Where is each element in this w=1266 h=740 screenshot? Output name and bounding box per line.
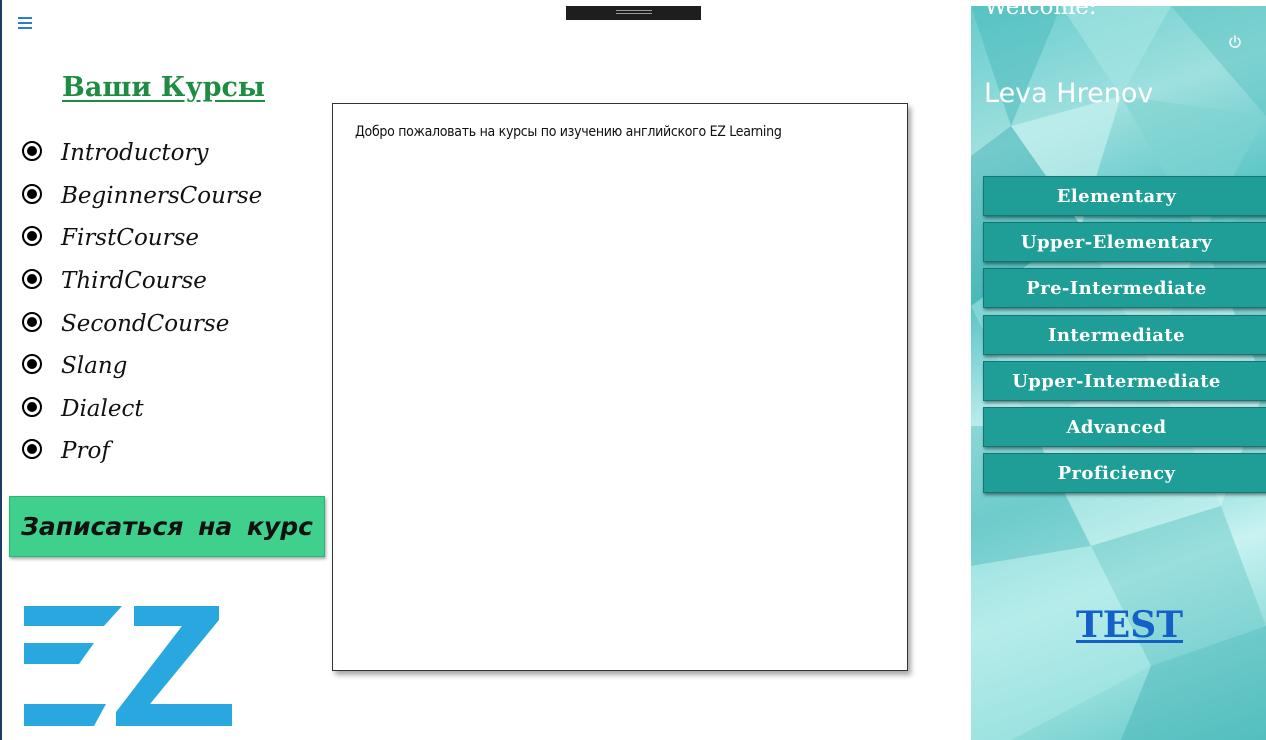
level-button-upper-intermediate[interactable]: Upper-Intermediate <box>983 361 1266 401</box>
radio-button-icon[interactable] <box>22 396 42 417</box>
course-item-prof[interactable]: Prof <box>22 428 262 471</box>
test-link[interactable]: TEST <box>1076 604 1183 646</box>
ez-logo <box>24 606 232 726</box>
welcome-label: Welcome: <box>984 6 1097 20</box>
level-button-intermediate[interactable]: Intermediate <box>983 315 1266 355</box>
course-item-slang[interactable]: Slang <box>22 343 262 386</box>
radio-button-icon[interactable] <box>22 354 42 375</box>
welcome-message: Добро пожаловать на курсы по изучению ан… <box>355 124 782 140</box>
level-button-label: Upper-Intermediate <box>1012 370 1221 392</box>
course-item-beginners[interactable]: BeginnersCourse <box>22 173 262 216</box>
course-item-introductory[interactable]: Introductory <box>22 130 262 173</box>
power-icon[interactable] <box>1227 34 1243 50</box>
welcome-panel: Добро пожаловать на курсы по изучению ан… <box>332 103 908 671</box>
level-button-elementary[interactable]: Elementary <box>983 176 1266 216</box>
level-button-label: Upper-Elementary <box>1020 231 1213 253</box>
hamburger-menu-icon[interactable] <box>18 14 38 32</box>
level-button-label: Pre-Intermediate <box>1026 277 1207 299</box>
course-label: SecondCourse <box>61 310 230 337</box>
course-item-second[interactable]: SecondCourse <box>22 300 262 343</box>
course-item-dialect[interactable]: Dialect <box>22 386 262 429</box>
level-button-label: Advanced <box>1066 416 1167 438</box>
course-label: Introductory <box>61 140 209 167</box>
course-item-third[interactable]: ThirdCourse <box>22 258 262 301</box>
radio-button-icon[interactable] <box>22 269 42 290</box>
course-label: Prof <box>61 438 110 465</box>
level-button-advanced[interactable]: Advanced <box>983 407 1266 447</box>
level-button-label: Elementary <box>1056 185 1177 207</box>
level-button-label: Intermediate <box>1048 324 1185 346</box>
course-label: Slang <box>61 353 128 380</box>
course-label: ThirdCourse <box>61 268 207 295</box>
user-name: Leva Hrenov <box>984 78 1154 109</box>
radio-button-icon[interactable] <box>22 226 42 247</box>
drag-handle-icon[interactable] <box>566 6 701 20</box>
radio-button-icon[interactable] <box>22 311 42 332</box>
level-button-proficiency[interactable]: Proficiency <box>983 453 1266 493</box>
course-label: FirstCourse <box>61 225 200 252</box>
level-button-label: Proficiency <box>1057 462 1176 484</box>
radio-button-icon[interactable] <box>22 439 42 460</box>
course-item-first[interactable]: FirstCourse <box>22 215 262 258</box>
course-list: Introductory BeginnersCourse FirstCourse… <box>22 130 262 471</box>
enroll-button[interactable]: Записаться на курс <box>9 496 325 557</box>
course-label: Dialect <box>61 395 144 422</box>
window-left-edge <box>0 0 2 740</box>
courses-title: Ваши Курсы <box>62 72 265 103</box>
radio-button-icon[interactable] <box>22 183 42 204</box>
radio-button-icon[interactable] <box>22 141 42 162</box>
level-button-upper-elementary[interactable]: Upper-Elementary <box>983 222 1266 262</box>
level-button-pre-intermediate[interactable]: Pre-Intermediate <box>983 268 1266 308</box>
course-label: BeginnersCourse <box>61 182 263 209</box>
sidebar: Welcome: Leva Hrenov Elementary Upper-El… <box>971 6 1266 740</box>
